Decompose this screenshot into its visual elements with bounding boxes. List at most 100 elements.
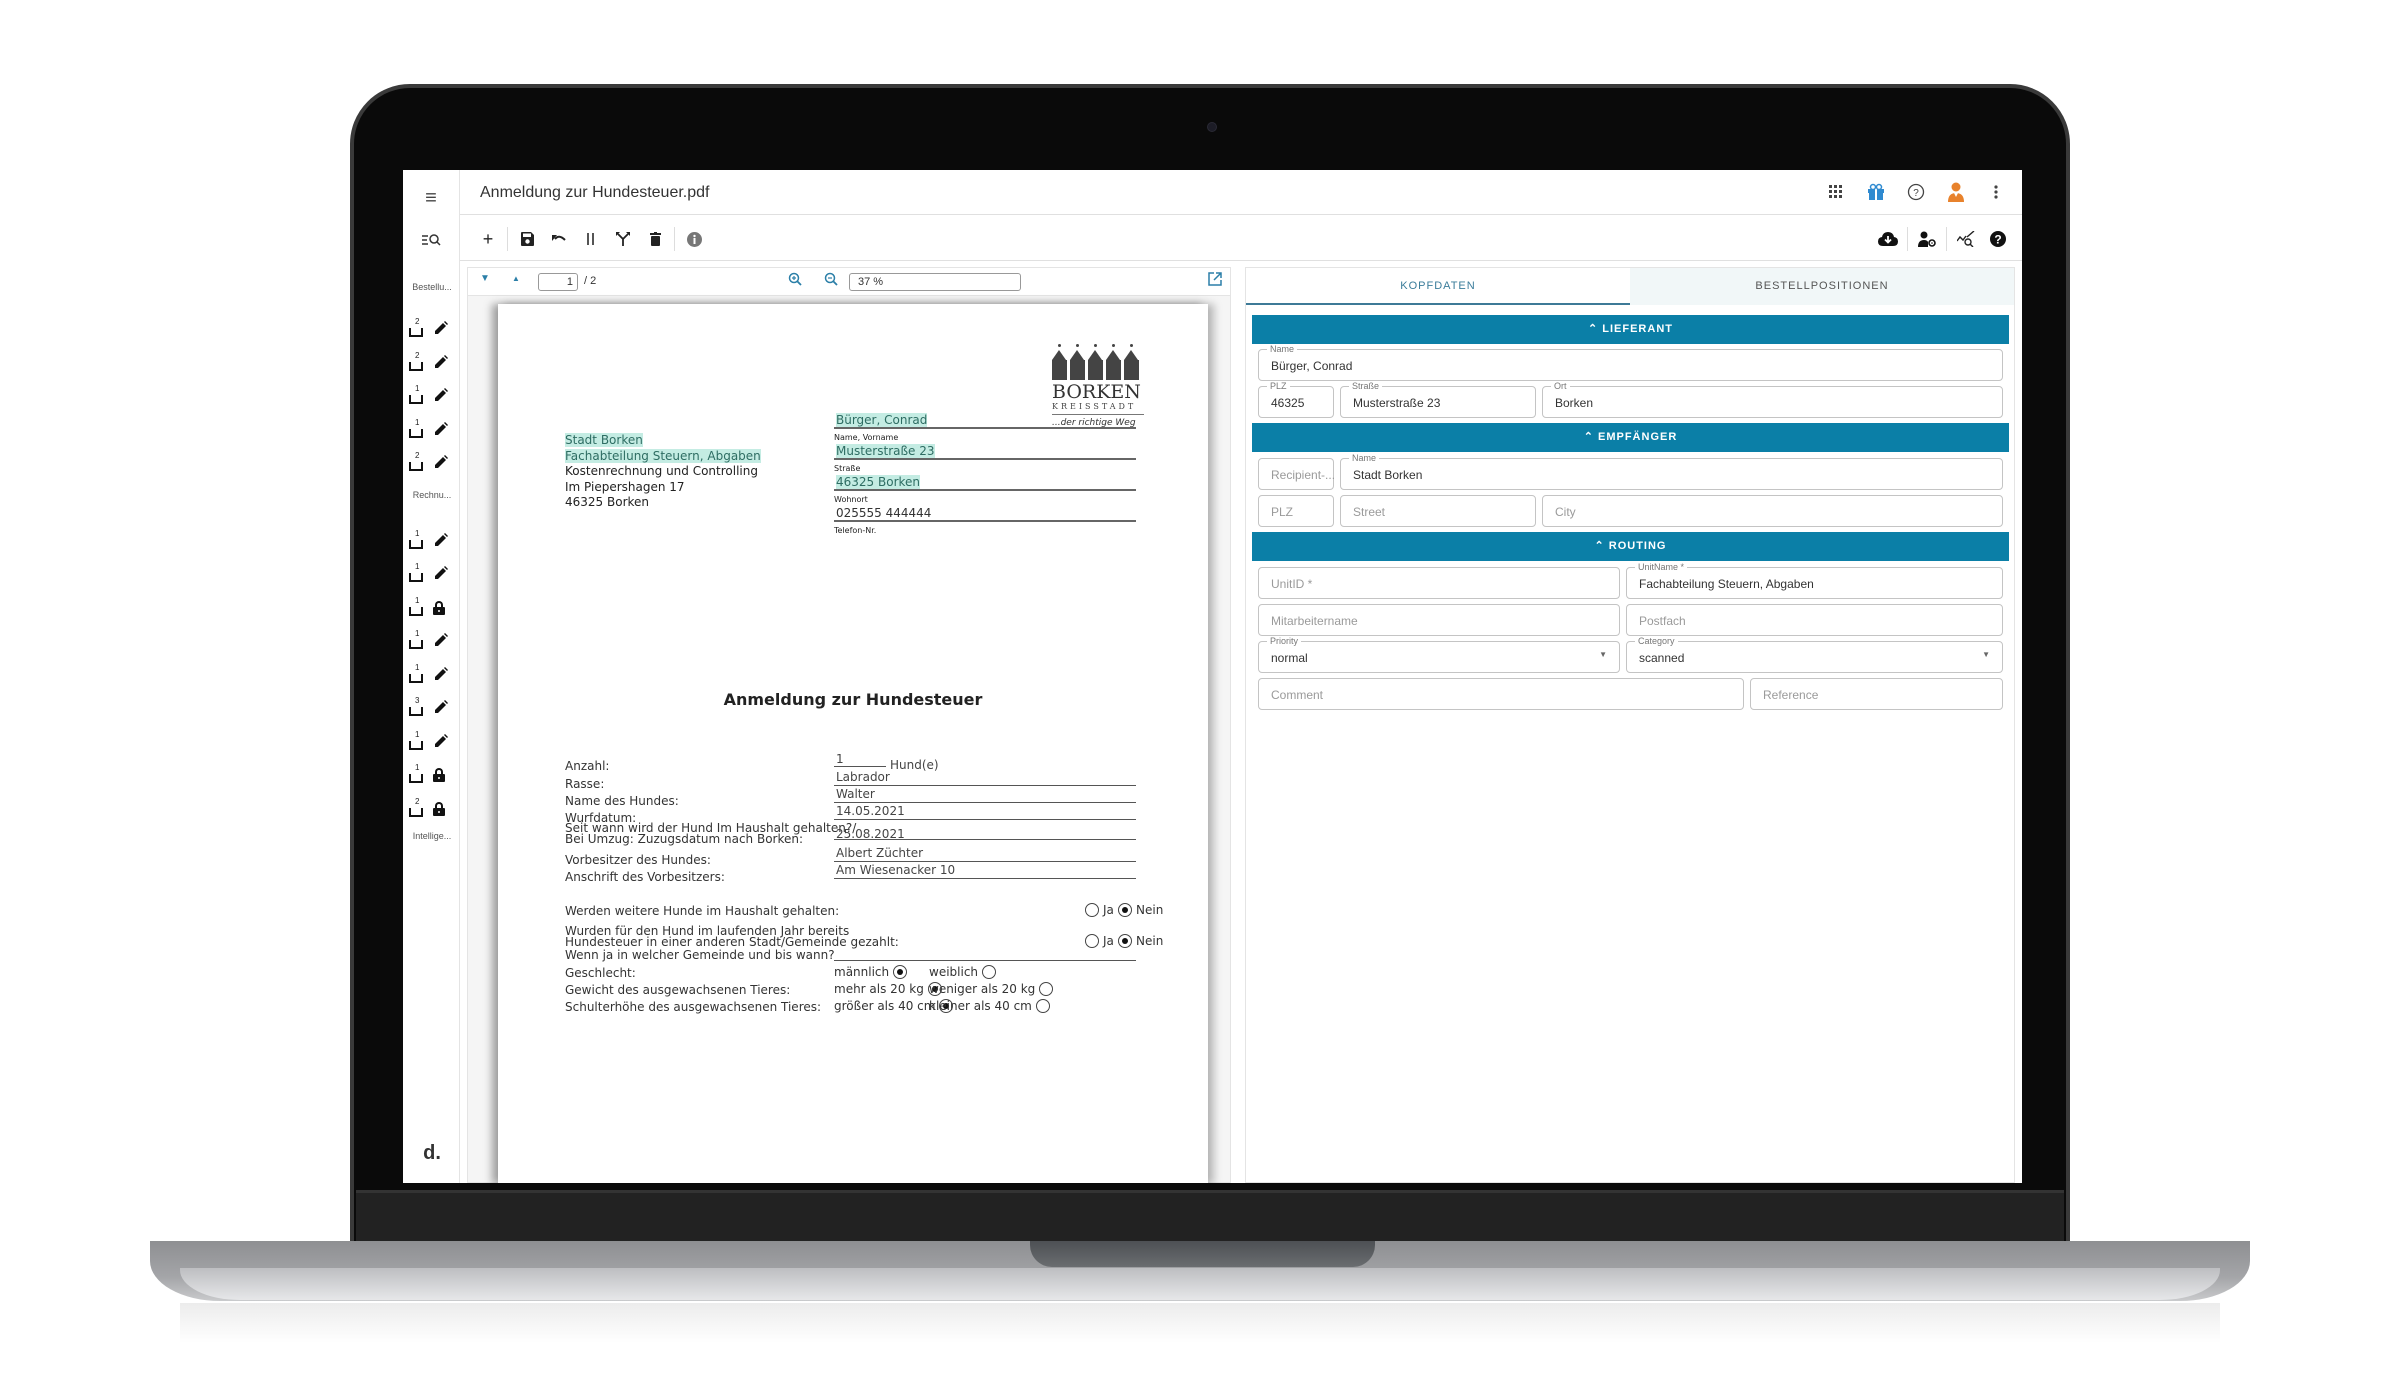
tab-bestellpositionen[interactable]: BESTELLPOSITIONEN	[1630, 268, 2014, 305]
lieferant-plz-field[interactable]: PLZ 46325	[1258, 381, 1334, 418]
rail-group-label[interactable]: Intellige...	[406, 831, 458, 841]
mitarbeiter-field[interactable]: Mitarbeitername	[1258, 604, 1620, 636]
lieferant-strasse-field[interactable]: Straße Musterstraße 23	[1340, 381, 1536, 418]
reference-field[interactable]: Reference	[1750, 678, 2003, 710]
rail-document-item[interactable]: 1	[407, 596, 457, 619]
radio-option[interactable]: Nein	[1118, 934, 1163, 948]
analytics-search-icon[interactable]	[1950, 228, 1982, 250]
gift-icon[interactable]	[1866, 180, 1886, 204]
more-vert-icon[interactable]	[1986, 180, 2006, 204]
radio-option[interactable]: weiblich	[929, 965, 997, 979]
tab-kopfdaten[interactable]: KOPFDATEN	[1246, 268, 1630, 305]
undo-icon[interactable]	[543, 228, 575, 250]
edit-pencil-icon[interactable]	[433, 733, 449, 750]
search-list-icon[interactable]	[419, 232, 443, 252]
next-page-button[interactable]: ▼	[480, 273, 490, 284]
radio-option[interactable]: Ja	[1085, 903, 1114, 917]
rail-document-item[interactable]: 2	[407, 317, 457, 340]
edit-pencil-icon[interactable]	[433, 321, 449, 337]
user-settings-icon[interactable]	[1911, 228, 1943, 250]
empfaenger-street-field[interactable]: Street	[1340, 495, 1536, 527]
radio-unchecked[interactable]	[1085, 903, 1099, 917]
pause-icon[interactable]	[575, 228, 607, 250]
apps-grid-icon[interactable]	[1826, 180, 1846, 204]
split-icon[interactable]	[607, 228, 639, 250]
empfaenger-city-field[interactable]: City	[1542, 495, 2003, 527]
rail-group-label[interactable]: Bestellu...	[406, 282, 458, 292]
delete-icon[interactable]	[639, 228, 671, 250]
rail-document-item[interactable]: 1	[407, 418, 457, 441]
rail-document-item[interactable]: 1	[407, 562, 457, 585]
unit-name-field[interactable]: UnitName * Fachabteilung Steuern, Abgaben	[1626, 562, 2003, 599]
count-line	[834, 766, 886, 767]
add-button[interactable]: +	[472, 228, 504, 250]
rail-document-item[interactable]: 2	[407, 351, 457, 374]
lieferant-ort-field[interactable]: Ort Borken	[1542, 381, 2003, 418]
edit-pencil-icon[interactable]	[433, 388, 449, 404]
postfach-field[interactable]: Postfach	[1626, 604, 2003, 636]
category-select[interactable]: Category scanned ▼	[1626, 636, 2003, 673]
cloud-download-icon[interactable]	[1872, 228, 1904, 250]
radio-option[interactable]: männlich	[834, 965, 908, 979]
edit-pencil-icon[interactable]	[433, 666, 449, 683]
rail-document-item[interactable]: 1	[407, 384, 457, 407]
info-icon[interactable]	[678, 228, 710, 250]
edit-pencil-icon[interactable]	[433, 566, 449, 582]
unit-id-field[interactable]: UnitID *	[1258, 567, 1620, 599]
page-number-input[interactable]: 1	[538, 273, 578, 291]
rail-document-item[interactable]: 1	[407, 663, 457, 686]
edit-pencil-icon[interactable]	[433, 532, 449, 549]
section-lieferant[interactable]: ⌃ LIEFERANT	[1252, 315, 2009, 344]
zoom-level-input[interactable]: 37 %	[849, 273, 1021, 291]
sender-field-label: Straße	[834, 464, 861, 473]
help-circle-icon[interactable]: ?	[1906, 180, 1926, 204]
section-empfaenger[interactable]: ⌃ EMPFÄNGER	[1252, 423, 2009, 452]
edit-pencil-icon[interactable]	[433, 455, 449, 471]
lieferant-name-field[interactable]: Name Bürger, Conrad	[1258, 344, 2003, 381]
radio-unchecked[interactable]	[982, 965, 997, 979]
rail-document-item[interactable]: 1	[407, 763, 457, 786]
prev-page-button[interactable]: ▲	[512, 274, 520, 283]
save-icon[interactable]	[511, 228, 543, 250]
field-value: Borken	[1555, 396, 1594, 410]
radio-unchecked[interactable]	[1085, 934, 1099, 948]
open-external-icon[interactable]	[1208, 272, 1222, 289]
radio-option[interactable]: weniger als 20 kg	[929, 982, 1054, 996]
radio-checked[interactable]	[1118, 934, 1132, 948]
radio-unchecked[interactable]	[1039, 982, 1054, 996]
rail-document-item[interactable]: 1	[407, 629, 457, 652]
radio-option[interactable]: mehr als 20 kg	[834, 982, 942, 996]
recipient-id-field[interactable]: Recipient-...	[1258, 458, 1335, 490]
user-avatar-icon[interactable]	[1946, 180, 1966, 204]
document-tray-icon: 1	[409, 730, 425, 750]
sender-field-line	[834, 458, 1136, 460]
rail-document-item[interactable]: 1	[407, 529, 457, 552]
field-value: Fachabteilung Steuern, Abgaben	[1639, 577, 1814, 591]
help-icon[interactable]: ?	[1982, 228, 2014, 250]
rail-document-item[interactable]: 2	[407, 797, 457, 820]
radio-option[interactable]: Ja	[1085, 934, 1114, 948]
empfaenger-plz-field[interactable]: PLZ	[1258, 495, 1334, 527]
empfaenger-name-field[interactable]: Name Stadt Borken	[1340, 453, 2003, 490]
section-routing[interactable]: ⌃ ROUTING	[1252, 532, 2009, 561]
toolbar-divider	[674, 227, 675, 251]
radio-option[interactable]: Nein	[1118, 903, 1163, 917]
comment-field[interactable]: Comment	[1258, 678, 1744, 710]
zoom-out-icon[interactable]	[824, 272, 838, 289]
rail-document-item[interactable]: 3	[407, 696, 457, 719]
radio-checked[interactable]	[893, 965, 908, 979]
edit-pencil-icon[interactable]	[433, 354, 449, 371]
zoom-in-icon[interactable]	[788, 272, 802, 289]
rail-document-item[interactable]: 2	[407, 451, 457, 474]
sender-value-text: Musterstraße 23	[836, 444, 935, 458]
edit-pencil-icon[interactable]	[433, 421, 449, 438]
radio-checked[interactable]	[1118, 903, 1132, 917]
hamburger-menu-icon[interactable]: ≡	[420, 188, 442, 210]
radio-unchecked[interactable]	[1035, 999, 1050, 1013]
rail-document-item[interactable]: 1	[407, 730, 457, 753]
radio-option[interactable]: kleiner als 40 cm	[929, 999, 1050, 1013]
priority-select[interactable]: Priority normal ▼	[1258, 636, 1620, 673]
edit-pencil-icon[interactable]	[433, 633, 449, 649]
rail-group-label[interactable]: Rechnu...	[406, 490, 458, 500]
edit-pencil-icon[interactable]	[433, 700, 449, 716]
